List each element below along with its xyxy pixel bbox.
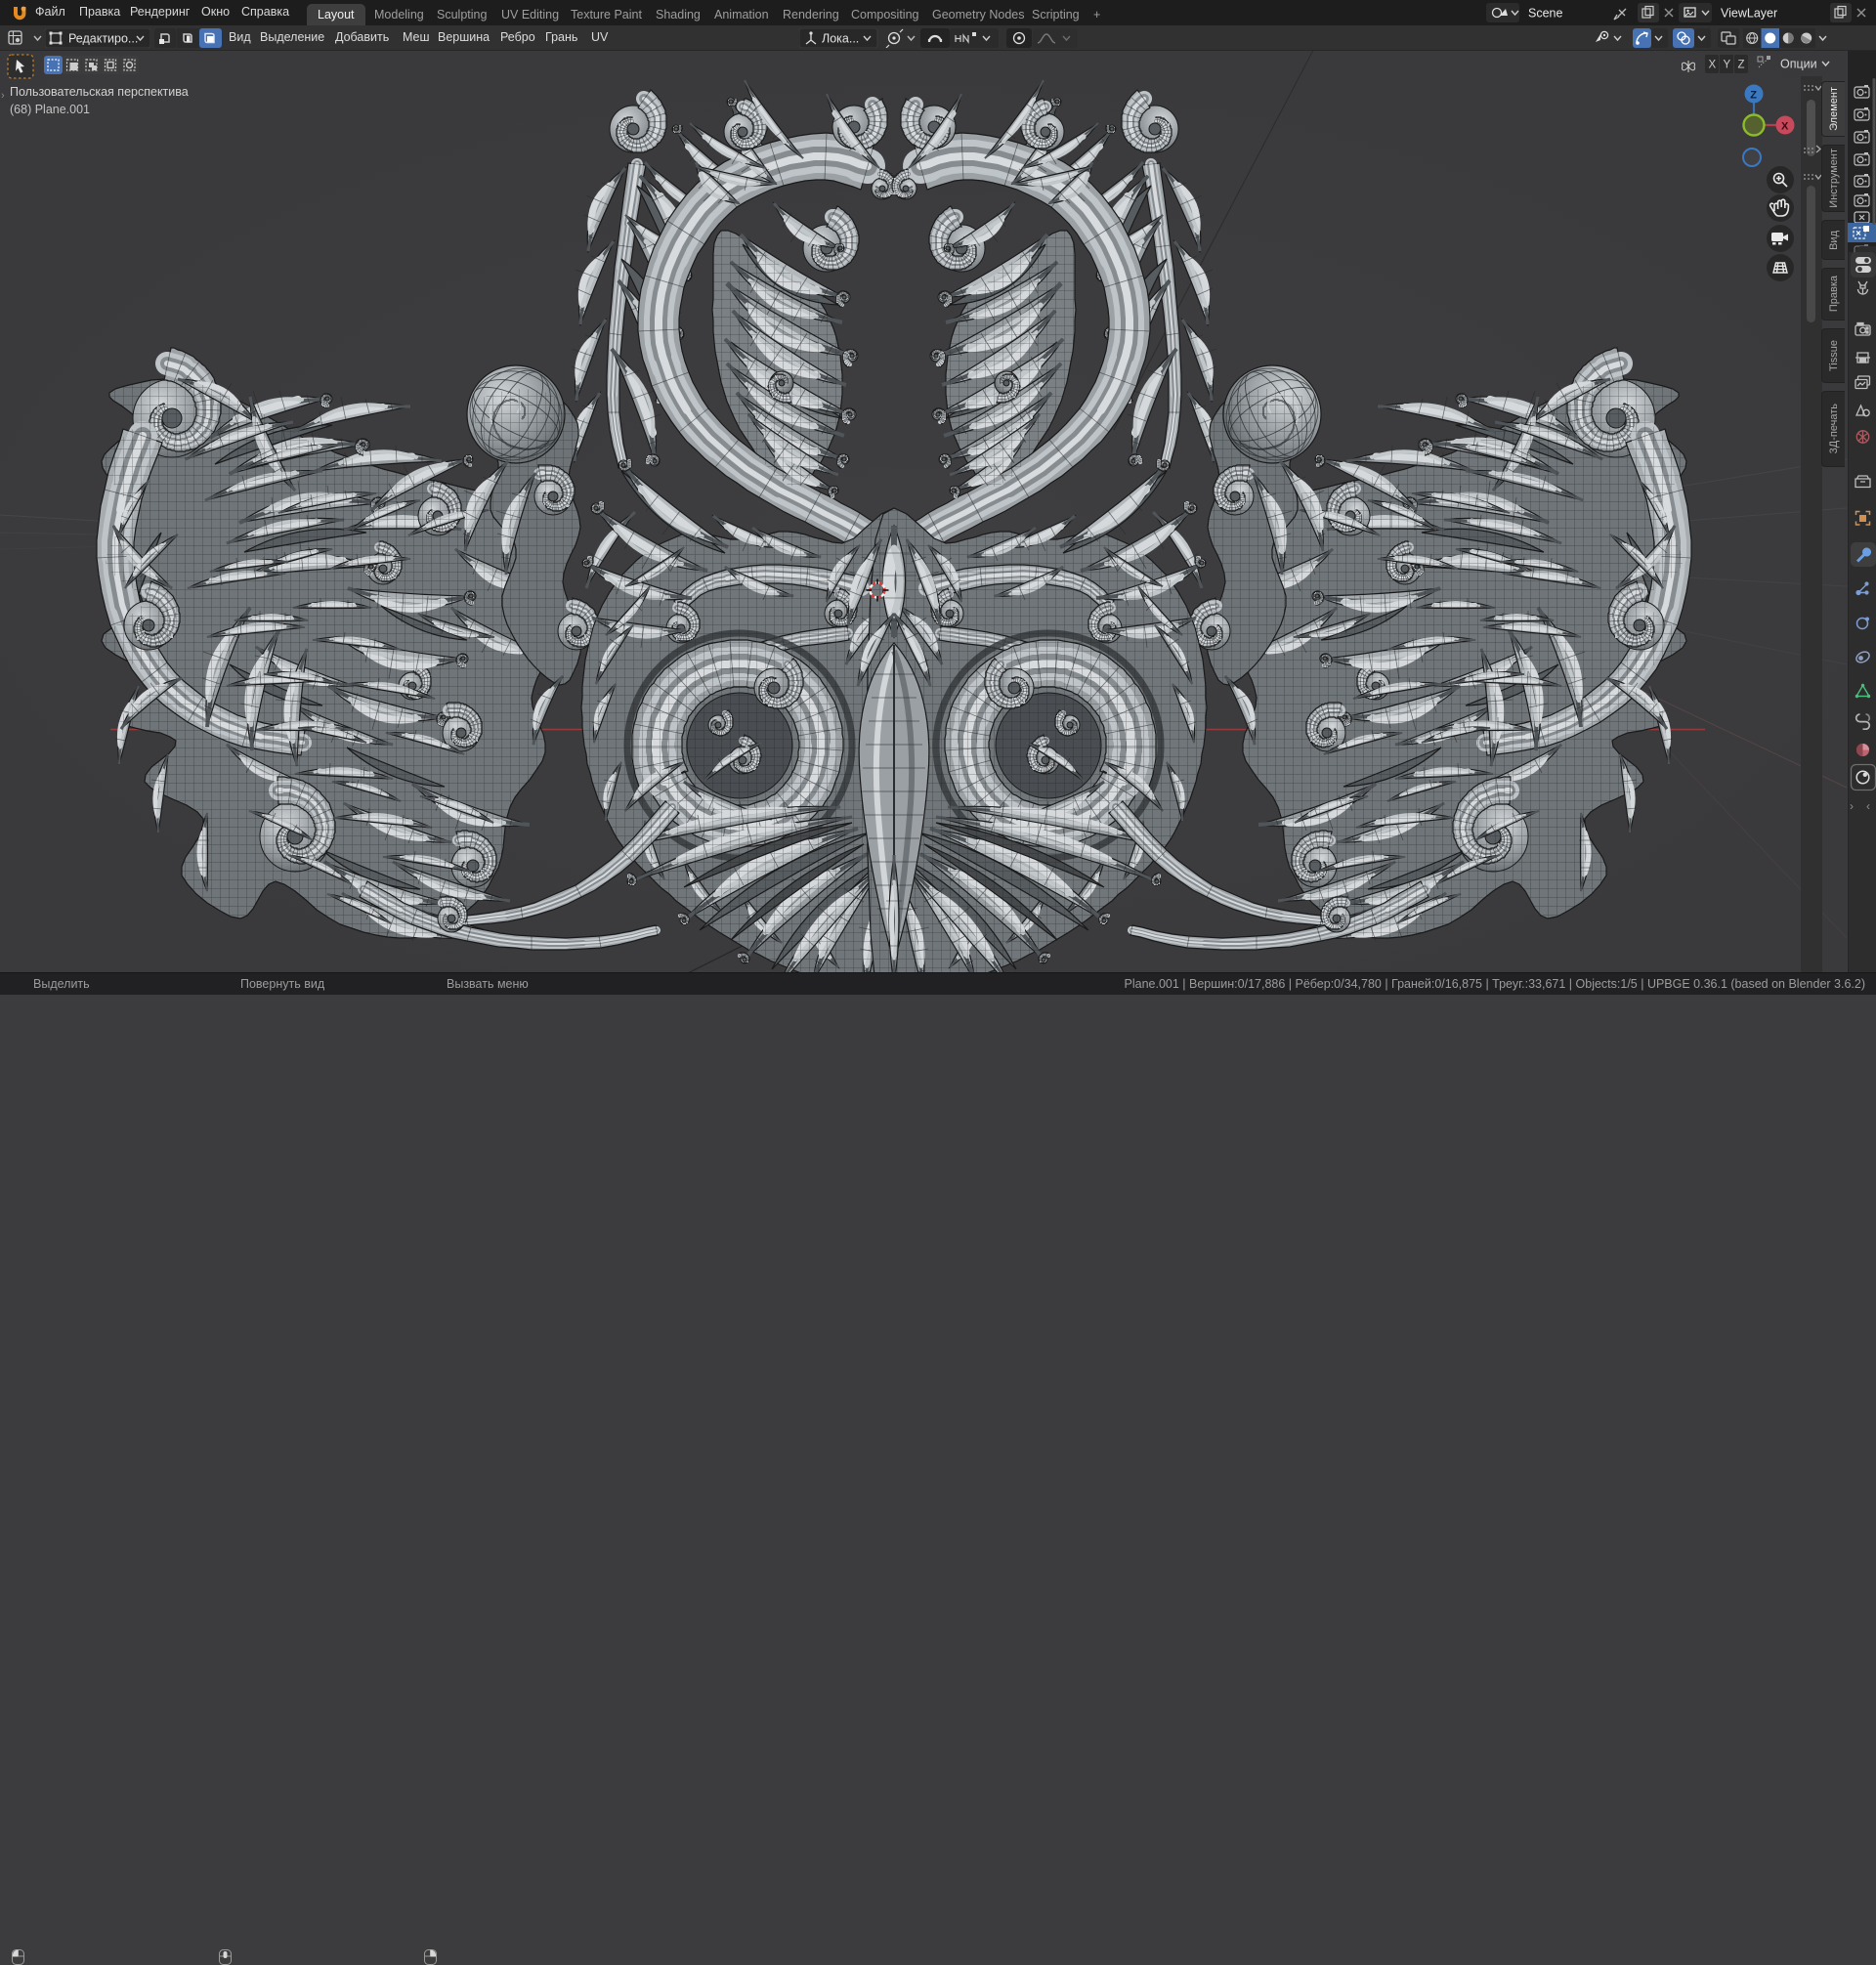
svg-text:X: X (1709, 60, 1717, 71)
svg-text:Опции: Опции (1780, 58, 1817, 71)
svg-text:X: X (1781, 121, 1789, 133)
svg-text:ViewLayer: ViewLayer (1721, 7, 1777, 21)
svg-text:Z: Z (1750, 90, 1757, 102)
svg-text:Лока...: Лока... (822, 32, 859, 46)
svg-text:Y: Y (1724, 60, 1731, 71)
svg-text:›: › (1850, 799, 1854, 813)
svg-text:Редактиро...: Редактиро... (68, 32, 138, 46)
svg-text:Scene: Scene (1528, 7, 1562, 21)
svg-text:‹: ‹ (1866, 799, 1870, 813)
svg-text:Z: Z (1738, 60, 1745, 71)
